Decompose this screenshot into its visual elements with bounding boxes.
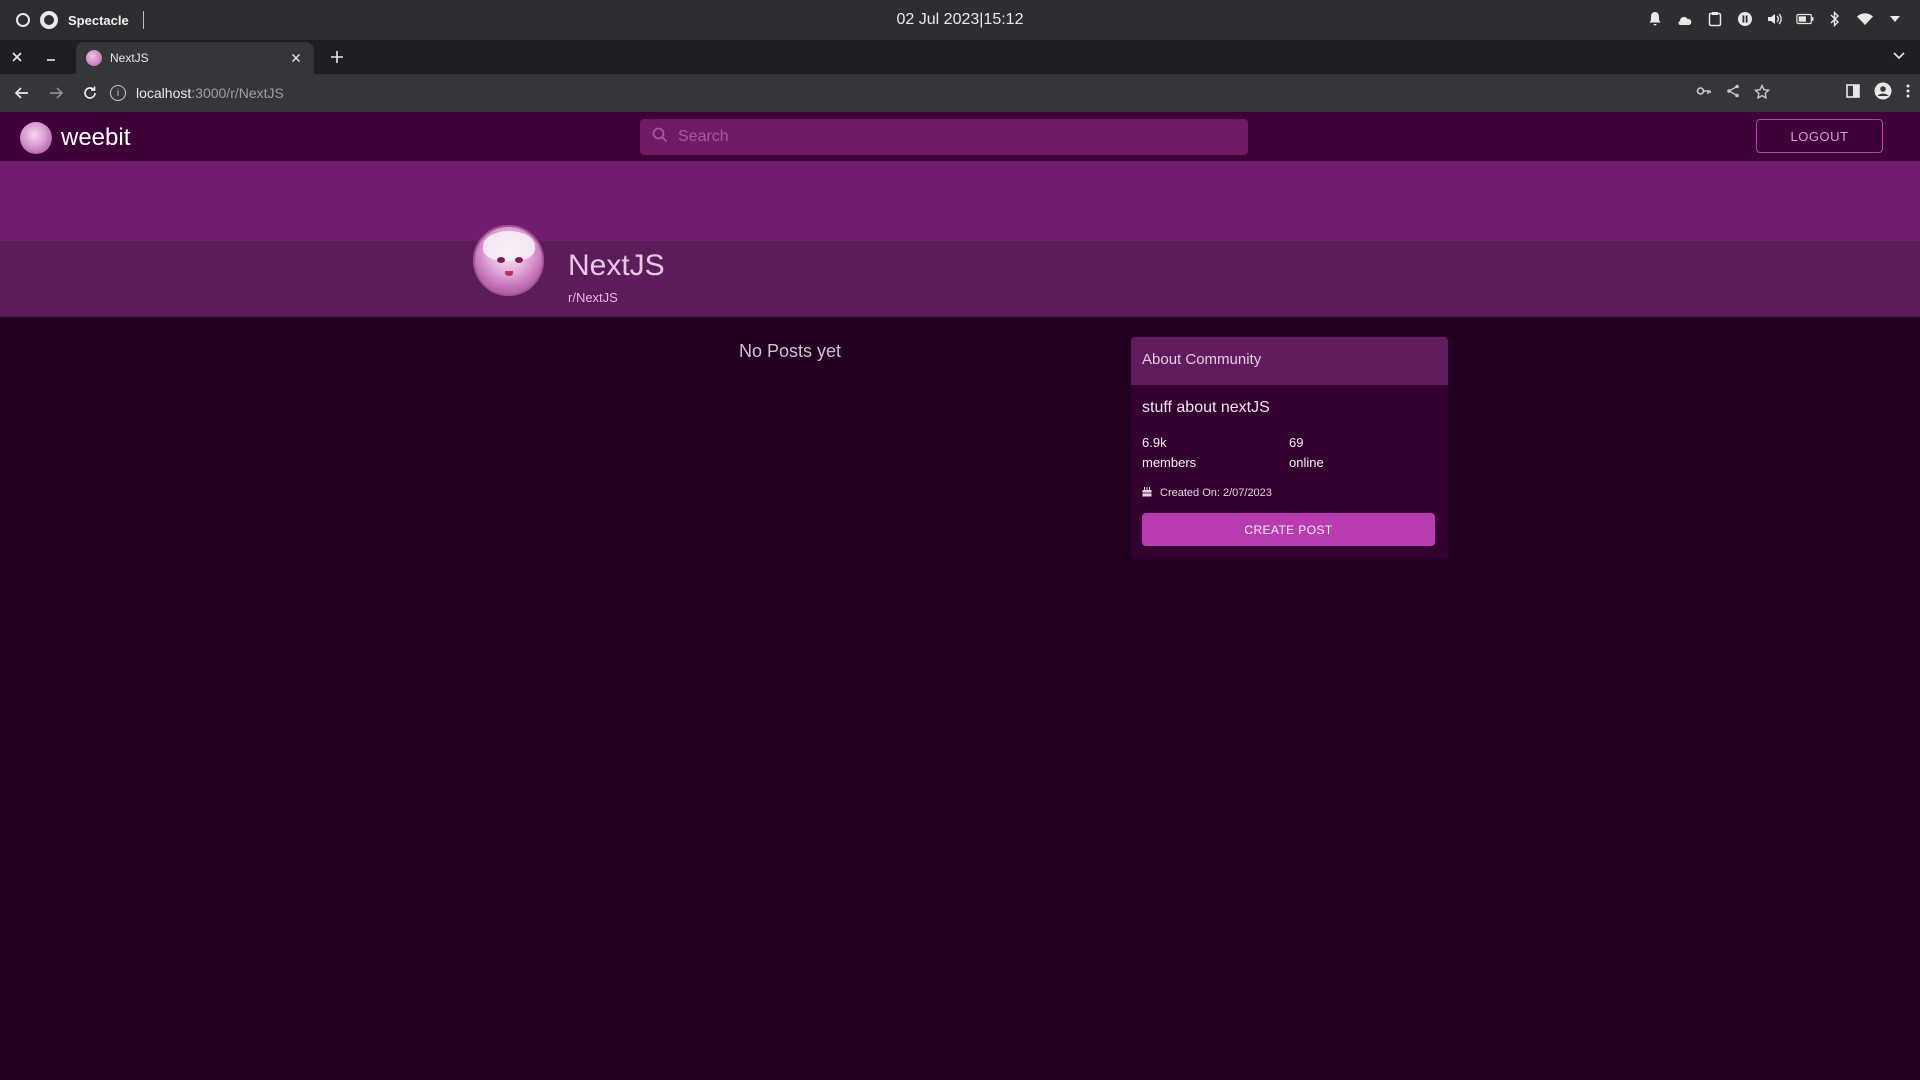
search-icon (652, 127, 668, 148)
weather-icon[interactable] (1676, 10, 1694, 28)
share-icon[interactable] (1726, 84, 1740, 105)
create-post-button[interactable]: CREATE POST (1142, 513, 1435, 546)
community-description: stuff about nextJS (1142, 399, 1270, 416)
online-stat: 69 online (1289, 433, 1324, 473)
community-title: NextJS (568, 249, 665, 282)
brand-logo-icon (20, 122, 52, 154)
spectacle-app-icon[interactable] (40, 11, 58, 29)
tab-favicon (86, 50, 102, 66)
bluetooth-icon[interactable] (1826, 10, 1844, 28)
forward-arrow-icon[interactable] (40, 77, 72, 109)
back-arrow-icon[interactable] (6, 77, 38, 109)
url-text[interactable]: localhost:3000/r/NextJS (136, 85, 284, 101)
tab-title: NextJS (110, 51, 149, 65)
community-header (0, 241, 1920, 317)
side-panel-icon[interactable] (1846, 84, 1860, 103)
members-count: 6.9k (1142, 435, 1167, 450)
community-banner (0, 161, 1920, 241)
clipboard-icon[interactable] (1706, 10, 1724, 28)
notification-bell-icon[interactable] (1646, 10, 1664, 28)
window-close-icon[interactable] (0, 40, 34, 74)
system-tray (1646, 10, 1904, 28)
brand-home-link[interactable]: weebit (20, 122, 130, 154)
search-input[interactable] (678, 128, 1218, 146)
community-handle: r/NextJS (568, 290, 618, 305)
profile-icon[interactable] (1874, 82, 1892, 105)
browser-tab-strip: NextJS (0, 40, 1920, 74)
empty-feed-message: No Posts yet (738, 341, 842, 361)
password-key-icon[interactable] (1696, 84, 1712, 105)
active-app-name[interactable]: Spectacle (68, 13, 129, 28)
os-top-bar: Spectacle 02 Jul 2023|15:12 (0, 0, 1920, 40)
address-bar[interactable]: i localhost:3000/r/NextJS (110, 78, 1771, 108)
site-info-icon[interactable]: i (110, 85, 126, 101)
about-community-card: About Community stuff about nextJS 6.9k … (1131, 337, 1448, 559)
brand-name: weebit (61, 124, 131, 151)
window-minimize-icon[interactable] (34, 40, 68, 74)
cake-icon (1142, 485, 1152, 500)
created-date: Created On: 2/07/2023 (1142, 485, 1272, 500)
app-header: weebit LOGOUT (0, 112, 1920, 161)
online-count: 69 (1289, 435, 1304, 450)
tab-search-chevron-icon[interactable] (1892, 48, 1906, 66)
members-label: members (1142, 455, 1197, 470)
new-tab-icon[interactable] (326, 46, 348, 68)
divider (142, 11, 144, 29)
browser-menu-kebab-icon[interactable] (1906, 84, 1910, 103)
search-box[interactable] (640, 119, 1248, 155)
browser-tab[interactable]: NextJS (76, 42, 314, 74)
created-date-text: Created On: 2/07/2023 (1160, 486, 1272, 499)
reload-icon[interactable] (74, 77, 106, 109)
activities-icon[interactable] (16, 13, 30, 27)
wifi-icon[interactable] (1856, 10, 1874, 28)
battery-icon[interactable] (1796, 10, 1814, 28)
bookmark-star-icon[interactable] (1753, 83, 1771, 105)
media-pause-icon[interactable] (1736, 10, 1754, 28)
online-label: online (1289, 455, 1324, 470)
about-card-title: About Community (1131, 337, 1448, 385)
volume-icon[interactable] (1766, 10, 1784, 28)
logout-button[interactable]: LOGOUT (1756, 119, 1883, 153)
tab-close-icon[interactable] (288, 50, 304, 66)
tray-menu-arrow-icon[interactable] (1886, 10, 1904, 28)
browser-toolbar: i localhost:3000/r/NextJS (0, 74, 1920, 112)
community-avatar (473, 225, 544, 296)
members-stat: 6.9k members (1142, 433, 1196, 473)
clock[interactable]: 02 Jul 2023|15:12 (0, 11, 1920, 29)
